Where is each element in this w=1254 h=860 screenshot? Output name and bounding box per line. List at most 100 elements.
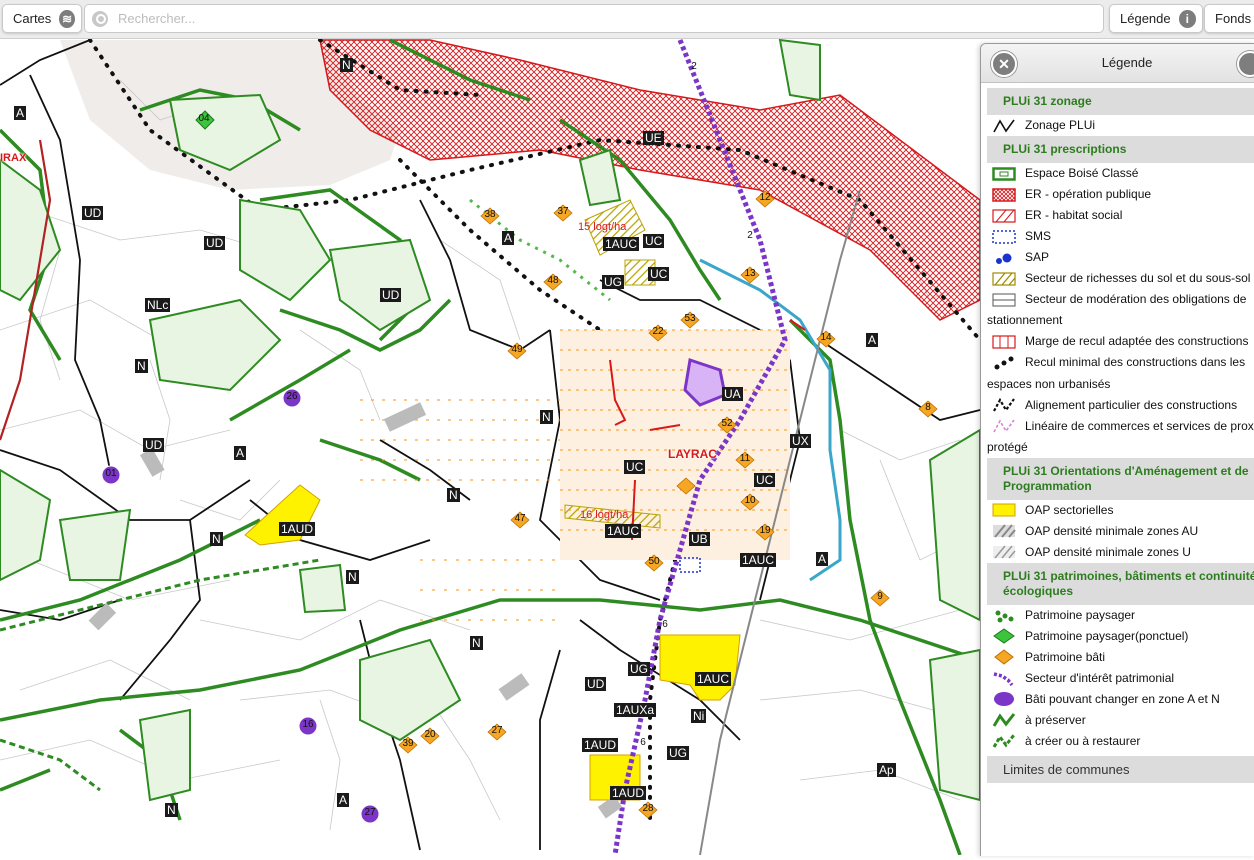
- map-badge: 04: [198, 113, 210, 124]
- zone-label: UX: [790, 434, 811, 448]
- legend-section-title: PLUi 31 patrimoines, bâtiments et contin…: [987, 562, 1254, 605]
- fonds-button[interactable]: Fonds: [1204, 4, 1254, 33]
- legend-item: à créer ou à restaurer: [987, 731, 1254, 752]
- legend-item: Patrimoine paysager: [987, 605, 1254, 626]
- cartes-button[interactable]: Cartes ≋: [2, 4, 82, 33]
- map-badge: 50: [648, 556, 660, 567]
- top-toolbar: Cartes ≋ Légende i Fonds: [0, 0, 1254, 39]
- zone-label: UE: [643, 131, 664, 145]
- zone-label: UB: [689, 532, 710, 546]
- map-badge: 26: [286, 391, 298, 402]
- zone-label: UC: [754, 473, 776, 487]
- map-badge: 9: [877, 591, 883, 602]
- pat-ponctuel-icon: [991, 626, 1017, 647]
- sap-icon: [991, 247, 1017, 268]
- sms-icon: [991, 226, 1017, 247]
- oap-au-icon: [991, 521, 1017, 542]
- zone-label: UC: [624, 460, 646, 474]
- zone-label: 1AUC: [605, 524, 642, 538]
- pat-bati-icon: [991, 647, 1017, 668]
- zone-label: UD: [380, 288, 402, 302]
- map-badge: 8: [925, 402, 931, 413]
- map-badge: 19: [759, 525, 771, 536]
- zone-label: N: [447, 488, 460, 502]
- map-badge: 39: [402, 738, 414, 749]
- richesses-icon: [991, 268, 1017, 289]
- zone-label: N: [340, 58, 353, 72]
- zone-label: UG: [628, 662, 650, 676]
- legend-item: Secteur d'intérêt patrimonial: [987, 668, 1254, 689]
- map-badge: 53: [684, 313, 696, 324]
- zone-label: 1AUD: [610, 786, 647, 800]
- legend-item: Secteur de richesses du sol et du sous-s…: [987, 268, 1254, 289]
- zone-label: Ni: [691, 709, 707, 723]
- legend-item: Marge de recul adaptée des constructions: [987, 331, 1254, 352]
- map-badge: 6: [662, 619, 668, 630]
- map-badge: 22: [652, 326, 664, 337]
- legend-item: à préserver: [987, 710, 1254, 731]
- map-badge: 28: [642, 803, 654, 814]
- recul-icon: [991, 331, 1017, 352]
- zone-label: 1AUD: [582, 738, 619, 752]
- cartes-label: Cartes: [13, 11, 52, 26]
- legend-item: Espace Boisé Classé: [987, 163, 1254, 184]
- map-badge: 38: [484, 209, 496, 220]
- zone-label: UG: [602, 275, 624, 289]
- map-badge: 01: [105, 468, 117, 479]
- legend-section-title: PLUi 31 prescriptions: [987, 136, 1254, 163]
- legend-section-title: Limites de communes: [987, 755, 1254, 783]
- legend-item: Patrimoine bâti: [987, 647, 1254, 668]
- search-icon: [92, 10, 108, 27]
- oap-sect-icon: [991, 500, 1017, 521]
- zone-label: 1AUC: [603, 237, 640, 251]
- legend-item: OAP densité minimale zones U: [987, 542, 1254, 563]
- zone-label: A: [816, 552, 829, 566]
- map-badge: 13: [744, 268, 756, 279]
- legend-item: OAP densité minimale zones AU: [987, 521, 1254, 542]
- expand-icon[interactable]: [1237, 51, 1254, 77]
- legend-section-title: PLUi 31 Orientations d'Aménagement et de…: [987, 457, 1254, 500]
- map-badge: 6: [640, 737, 646, 748]
- fonds-label: Fonds: [1215, 11, 1252, 26]
- density-label: 15 logt/ha: [578, 221, 627, 233]
- stationnement-icon: [991, 289, 1017, 310]
- bati-changer-icon: [991, 689, 1017, 710]
- legende-label: Légende: [1120, 11, 1171, 26]
- zone-label: UG: [667, 746, 689, 760]
- map-badge: 52: [721, 418, 733, 429]
- legend-body: PLUi 31 zonage Zonage PLUi PLUi 31 presc…: [987, 88, 1254, 783]
- town-label: IRAX: [0, 152, 27, 164]
- legend-item: SAP: [987, 247, 1254, 268]
- zone-label: UD: [585, 677, 607, 691]
- zone-label: N: [470, 636, 483, 650]
- zone-label: UC: [643, 234, 665, 248]
- map-badge: 10: [744, 495, 756, 506]
- map-badge: 12: [759, 192, 771, 203]
- recul-min-icon: [991, 353, 1017, 374]
- zone-label: N: [540, 410, 553, 424]
- legend-item: OAP sectorielles: [987, 500, 1254, 521]
- zone-label: A: [866, 333, 879, 347]
- zone-label: UD: [204, 236, 226, 250]
- legende-button[interactable]: Légende i: [1109, 4, 1203, 33]
- ebc-icon: [991, 163, 1017, 184]
- legend-item: Bâti pouvant changer en zone A et N: [987, 689, 1254, 710]
- map-badge: 27: [364, 807, 376, 818]
- zone-label: A: [234, 446, 247, 460]
- zone-label: UC: [648, 267, 670, 281]
- legend-item: SMS: [987, 226, 1254, 247]
- legend-header: ✕ Légende: [981, 44, 1254, 83]
- er-social-icon: [991, 205, 1017, 226]
- zone-label: N: [210, 532, 223, 546]
- zone-label: 1AUC: [740, 553, 777, 567]
- search-box[interactable]: [84, 4, 1104, 33]
- zone-label: N: [165, 803, 178, 817]
- map-badge: 20: [424, 729, 436, 740]
- legend-panel: ✕ Légende PLUi 31 zonage Zonage PLUi PLU…: [980, 43, 1254, 856]
- zone-label: UD: [82, 206, 104, 220]
- legend-item: ER - opération publique: [987, 184, 1254, 205]
- map-badge: 11: [739, 453, 751, 464]
- oap-u-icon: [991, 542, 1017, 563]
- search-input[interactable]: [116, 10, 1080, 27]
- layers-icon: ≋: [59, 9, 75, 28]
